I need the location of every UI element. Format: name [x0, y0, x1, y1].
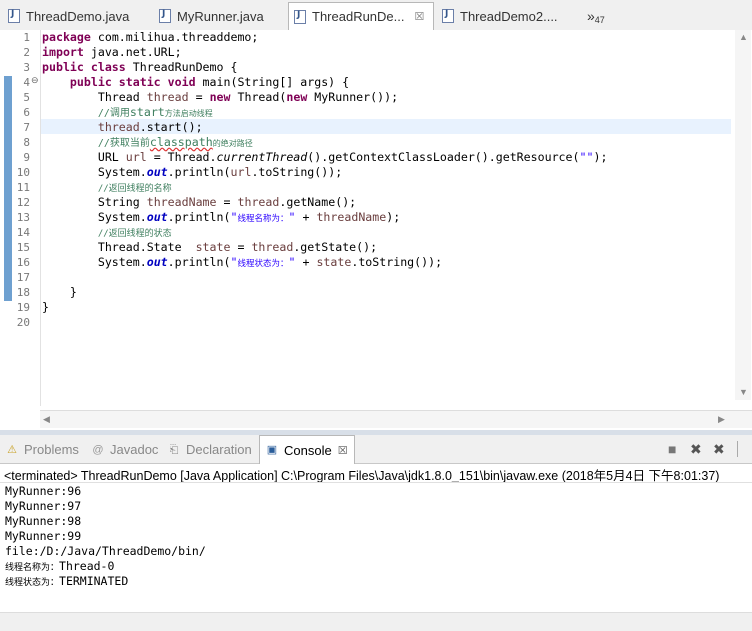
tab-overflow-button[interactable]: » 47: [587, 3, 605, 29]
code-line-19: }: [42, 300, 49, 314]
javadoc-icon: @: [92, 443, 104, 456]
java-file-icon: [294, 9, 306, 24]
code-line-7: thread.start();: [97, 120, 203, 134]
scroll-left-icon[interactable]: ◀: [43, 414, 50, 425]
editor-tab-bar: ThreadDemo.java MyRunner.java ThreadRunD…: [0, 0, 752, 31]
code-line-13: System.out.println("线程名称为：" + threadName…: [97, 210, 401, 224]
line-number: 11: [16, 181, 30, 194]
console-thread-state-line: 线程状态为：TERMINATED: [5, 574, 129, 588]
line-number: 2: [23, 46, 30, 59]
console-output-line: MyRunner:97: [5, 499, 82, 513]
code-line-5: Thread thread = new Thread(new MyRunner(…: [97, 90, 399, 104]
tab-label: MyRunner.java: [177, 8, 264, 24]
line-number: 9: [23, 151, 30, 164]
code-line-6: //调用start方法启动线程: [97, 105, 213, 119]
close-icon[interactable]: ☒: [338, 444, 348, 457]
scroll-up-icon[interactable]: ▲: [739, 32, 748, 42]
tab-label: ThreadRunDe...: [312, 9, 405, 24]
code-line-4: public static void main(String[] args) {: [69, 75, 350, 89]
tab-label: ThreadDemo.java: [26, 8, 130, 24]
code-line-1: package com.milihua.threaddemo;: [42, 30, 259, 44]
tab-threaddemo-java[interactable]: ThreadDemo.java: [8, 3, 129, 29]
tab-label: ThreadDemo2....: [460, 8, 558, 24]
tab-threaddemo2-java[interactable]: ThreadDemo2....: [442, 3, 558, 29]
tab-label: Console: [284, 442, 332, 458]
tab-myrunner-java[interactable]: MyRunner.java: [159, 3, 264, 29]
code-line-8: //获取当前classpath的绝对路径: [97, 135, 253, 149]
tab-console[interactable]: ▣ Console ☒: [259, 435, 355, 464]
code-line-9: URL url = Thread.currentThread().getCont…: [97, 150, 608, 164]
remove-launch-icon[interactable]: ✖: [690, 441, 702, 458]
code-line-18: }: [42, 285, 77, 299]
remove-all-terminated-icon[interactable]: ✖: [713, 441, 725, 458]
vertical-scrollbar[interactable]: ▲ ▼: [735, 30, 751, 400]
terminate-icon[interactable]: ■: [668, 441, 676, 457]
tab-threadrundemo-java[interactable]: ThreadRunDe... ☒: [288, 2, 434, 30]
code-line-10: System.out.println(url.toString());: [97, 165, 343, 179]
line-number: 19: [16, 301, 30, 314]
line-number: 8: [23, 136, 30, 149]
tab-problems[interactable]: ⚠ Problems: [6, 442, 79, 457]
tab-javadoc[interactable]: @ Javadoc: [92, 442, 158, 457]
tab-declaration[interactable]: ⎗ Declaration: [168, 442, 252, 457]
java-file-icon: [159, 9, 171, 23]
toolbar-separator: [737, 441, 738, 457]
line-number-gutter: 1 2 3 4 5 6 7 8 9 10 11 12 13 14 15 16 17 18 19 20: [0, 30, 41, 406]
code-line-12: String threadName = thread.getName();: [97, 195, 357, 209]
tab-label: Javadoc: [110, 442, 159, 457]
line-number: 13: [16, 211, 30, 224]
scroll-down-icon[interactable]: ▼: [739, 387, 748, 397]
console-icon: ▣: [266, 444, 278, 456]
line-number: 12: [16, 196, 30, 209]
java-file-icon: [8, 9, 20, 23]
code-line-2: import java.net.URL;: [42, 45, 182, 59]
java-file-icon: [442, 9, 454, 23]
console-thread-name-line: 线程名称为：Thread-0: [5, 559, 115, 573]
code-line-3: public class ThreadRunDemo {: [42, 60, 238, 74]
console-output-line: MyRunner:99: [5, 529, 82, 543]
console-output-line: file:/D:/Java/ThreadDemo/bin/: [5, 544, 206, 558]
fold-toggle-icon[interactable]: ⊖: [31, 75, 39, 86]
problems-icon: ⚠: [7, 443, 17, 456]
line-number: 6: [23, 106, 30, 119]
code-line-16: System.out.println("线程状态为：" + state.toSt…: [97, 255, 443, 269]
line-number: 14: [16, 226, 30, 239]
view-tab-bar: ⚠ Problems @ Javadoc ⎗ Declaration ▣ Con…: [0, 435, 752, 464]
line-number: 10: [16, 166, 30, 179]
line-number: 3: [23, 61, 30, 74]
console-output-line: MyRunner:98: [5, 514, 82, 528]
tab-overflow-count: 47: [594, 15, 605, 25]
code-editor[interactable]: 1 2 3 4 5 6 7 8 9 10 11 12 13 14 15 16 17 18 19 20 ⊖ packag…: [0, 30, 752, 430]
console-bottom-scrollbar[interactable]: [0, 612, 752, 631]
line-number: 17: [16, 271, 30, 284]
close-icon[interactable]: ☒: [415, 10, 425, 23]
line-number: 4: [23, 76, 30, 89]
line-number: 15: [16, 241, 30, 254]
chevron-double-icon: »: [587, 8, 595, 24]
code-line-11: //返回线程的名称: [97, 184, 172, 194]
declaration-icon: ⎗: [169, 443, 179, 456]
code-line-14: //返回线程的状态: [97, 229, 172, 239]
console-output-line: MyRunner:96: [5, 484, 82, 498]
code-line-15: Thread.State state = thread.getState();: [97, 240, 378, 254]
horizontal-scrollbar[interactable]: ◀ ▶: [40, 410, 752, 428]
line-number: 7: [23, 121, 30, 134]
line-number: 1: [23, 31, 30, 44]
console-separator: [0, 482, 752, 483]
scroll-right-icon[interactable]: ▶: [718, 414, 725, 425]
line-number: 16: [16, 256, 30, 269]
tab-label: Declaration: [186, 442, 252, 457]
tab-label: Problems: [24, 442, 79, 457]
line-number: 20: [16, 316, 30, 329]
line-number: 18: [16, 286, 30, 299]
line-number: 5: [23, 91, 30, 104]
